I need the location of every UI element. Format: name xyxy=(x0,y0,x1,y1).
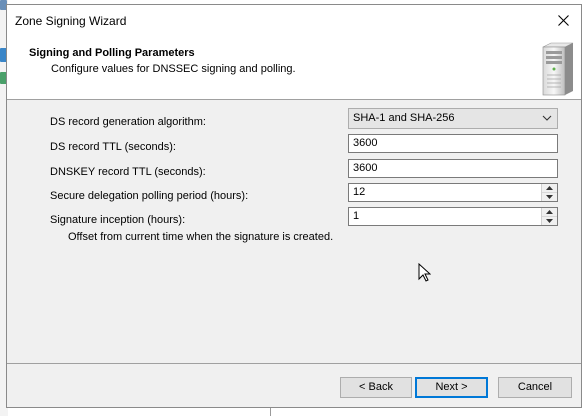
dnskey-ttl-label: DNSKEY record TTL (seconds): xyxy=(50,166,206,178)
spin-down-button[interactable] xyxy=(542,217,557,225)
server-tower-icon xyxy=(542,42,574,96)
page-title: Signing and Polling Parameters xyxy=(29,47,195,59)
ds-algorithm-label: DS record generation algorithm: xyxy=(50,116,206,128)
signature-inception-value: 1 xyxy=(353,210,360,222)
arrow-down-icon xyxy=(546,219,553,223)
ds-ttl-label: DS record TTL (seconds): xyxy=(50,141,176,153)
window-title: Zone Signing Wizard xyxy=(15,14,127,28)
signature-inception-spin-buttons xyxy=(541,208,557,225)
polling-period-spinner[interactable]: 12 xyxy=(348,183,558,202)
signature-inception-note: Offset from current time when the signat… xyxy=(68,231,334,243)
arrow-up-icon xyxy=(546,186,553,190)
footer-divider xyxy=(7,363,581,364)
spin-up-button[interactable] xyxy=(542,184,557,193)
ds-algorithm-selected-value: SHA-1 and SHA-256 xyxy=(353,112,455,124)
close-button[interactable] xyxy=(545,5,581,35)
title-bar: Zone Signing Wizard xyxy=(7,5,581,35)
arrow-down-icon xyxy=(546,195,553,199)
polling-period-value: 12 xyxy=(353,186,366,198)
background-window-edge xyxy=(270,408,279,416)
chevron-down-icon xyxy=(542,115,552,121)
close-icon xyxy=(557,14,569,26)
wizard-header: Signing and Polling Parameters Configure… xyxy=(7,35,581,100)
spin-up-button[interactable] xyxy=(542,208,557,217)
arrow-up-icon xyxy=(546,210,553,214)
ds-ttl-input[interactable]: 3600 xyxy=(348,134,558,153)
page-subtitle: Configure values for DNSSEC signing and … xyxy=(51,63,296,75)
mouse-pointer-icon xyxy=(418,263,431,282)
ds-algorithm-select[interactable]: SHA-1 and SHA-256 xyxy=(348,108,558,129)
next-button[interactable]: Next > xyxy=(415,377,488,398)
back-button[interactable]: < Back xyxy=(340,377,412,398)
polling-period-spin-buttons xyxy=(541,184,557,201)
zone-signing-wizard-dialog: Zone Signing Wizard Signing and Polling … xyxy=(6,4,582,408)
dnskey-ttl-input[interactable]: 3600 xyxy=(348,159,558,178)
signature-inception-label: Signature inception (hours): xyxy=(50,214,186,226)
polling-period-label: Secure delegation polling period (hours)… xyxy=(50,190,249,202)
signature-inception-spinner[interactable]: 1 xyxy=(348,207,558,226)
cancel-button[interactable]: Cancel xyxy=(498,377,572,398)
spin-down-button[interactable] xyxy=(542,193,557,201)
